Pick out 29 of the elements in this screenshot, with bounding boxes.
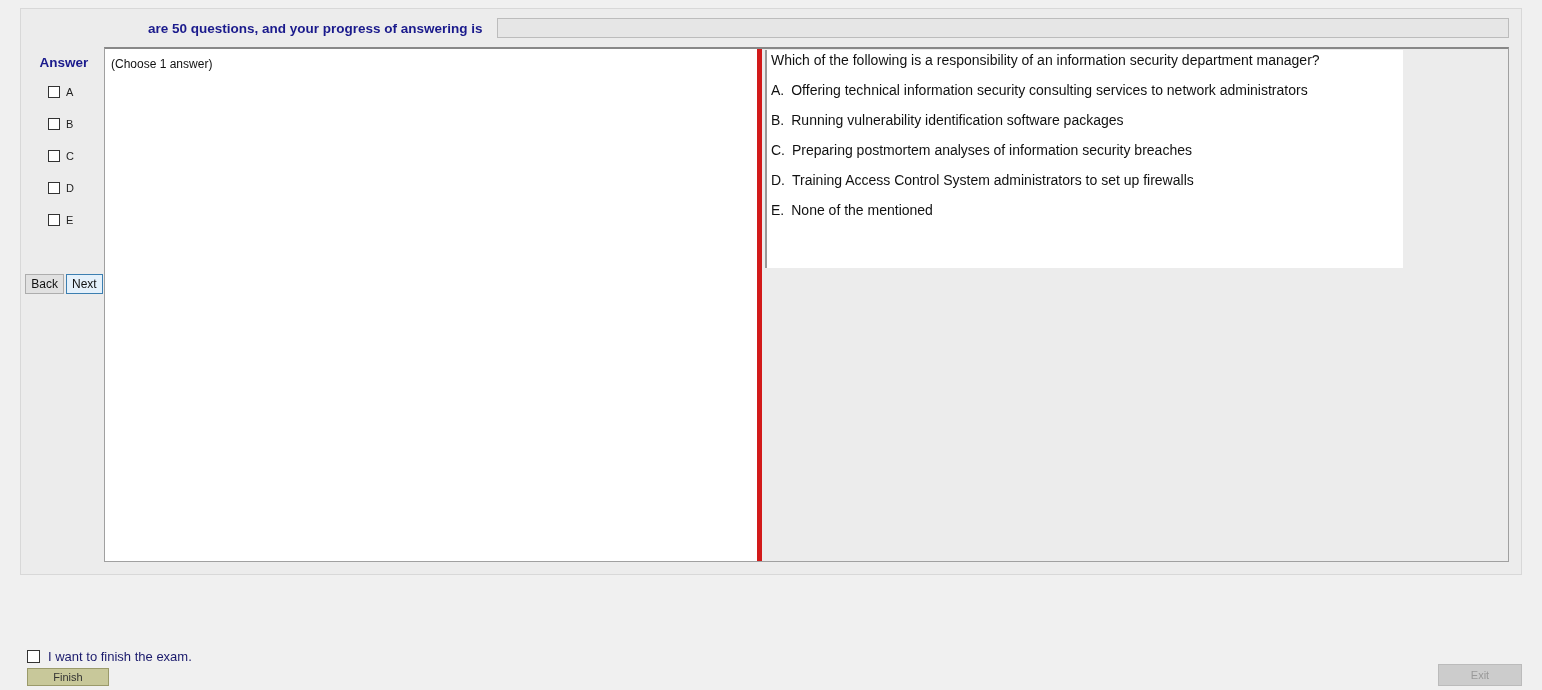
finish-checkbox[interactable] xyxy=(27,650,40,663)
answer-checkbox[interactable] xyxy=(48,86,60,98)
question-text: Which of the following is a responsibility of an information security department manager? xyxy=(771,52,1321,68)
choice-text: Training Access Control System administrators to set up firewalls xyxy=(792,172,1194,188)
nav-button[interactable]: Back xyxy=(25,274,64,294)
choice-text: Offering technical information security consulting services to network administrators xyxy=(791,82,1308,98)
answer-checkbox[interactable] xyxy=(48,182,60,194)
choice-letter: D. xyxy=(771,172,785,188)
answer-option-label: A xyxy=(66,86,74,98)
choice-text: Preparing postmortem analyses of information security breaches xyxy=(792,142,1192,158)
answer-checkbox[interactable] xyxy=(48,118,60,130)
choice-letter: A. xyxy=(771,82,785,98)
answer-option-label: B xyxy=(66,118,74,130)
progress-label: are 50 questions, and your progress of answering is xyxy=(148,20,483,36)
choice-text: None of the mentioned xyxy=(791,202,933,218)
finish-checkbox-label: I want to finish the exam. xyxy=(48,649,192,664)
answer-checkbox[interactable] xyxy=(48,150,60,162)
answer-title: Answer xyxy=(39,55,89,70)
instruction-text: (Choose 1 answer) xyxy=(111,57,213,71)
answer-option-label: D xyxy=(66,182,74,194)
choice-letter: B. xyxy=(771,112,785,128)
choice-letter: C. xyxy=(771,142,785,158)
answer-option-label: E xyxy=(66,214,74,226)
choice-letter: E. xyxy=(771,202,785,218)
finish-button[interactable]: Finish xyxy=(27,668,109,686)
answer-option-label: C xyxy=(66,150,74,162)
answer-checkbox[interactable] xyxy=(48,214,60,226)
nav-button[interactable]: Next xyxy=(66,274,103,294)
choice-text: Running vulnerability identification software packages xyxy=(791,112,1124,128)
